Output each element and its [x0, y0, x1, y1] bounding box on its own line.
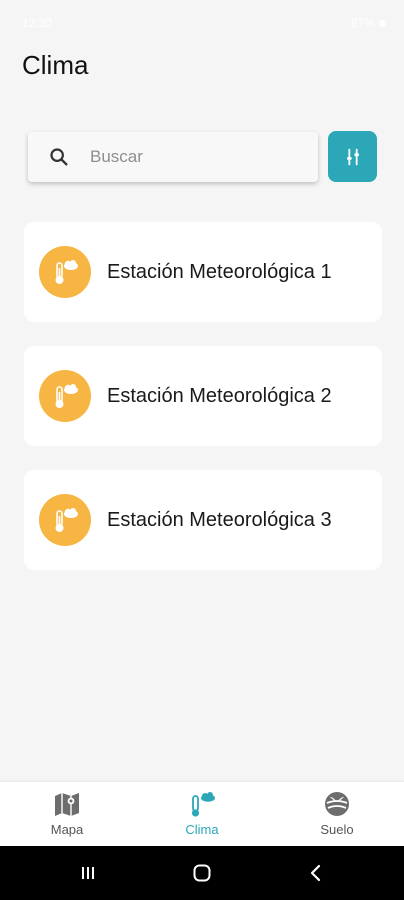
thermometer-cloud-icon [39, 246, 91, 298]
status-time: 12:30 [22, 16, 53, 30]
station-card[interactable]: Estación Meteorológica 1 [24, 222, 382, 322]
battery-level: 87% [350, 16, 375, 30]
thermometer-cloud-icon [191, 792, 215, 817]
home-button[interactable] [192, 863, 212, 883]
system-nav-bar [0, 846, 404, 900]
search-icon [50, 148, 68, 166]
station-card[interactable]: Estación Meteorológica 2 [24, 346, 382, 446]
station-label: Estación Meteorológica 3 [107, 508, 332, 531]
recent-apps-button[interactable] [78, 863, 98, 883]
thermometer-cloud-icon [39, 370, 91, 422]
map-icon [55, 793, 79, 816]
status-indicators: 87% [351, 16, 386, 30]
bottom-nav: Mapa Clima Suelo [0, 782, 404, 846]
nav-label: Clima [185, 822, 219, 837]
nav-item-mapa[interactable]: Mapa [0, 782, 134, 846]
battery-icon [379, 19, 386, 27]
station-label: Estación Meteorológica 2 [107, 384, 332, 407]
status-bar: 12:30 87% [0, 0, 404, 44]
nav-item-suelo[interactable]: Suelo [270, 782, 404, 846]
nav-label: Suelo [320, 822, 354, 837]
filter-button[interactable] [328, 131, 377, 182]
search-box[interactable] [28, 132, 318, 182]
station-label: Estación Meteorológica 1 [107, 260, 332, 283]
nav-label: Mapa [50, 822, 84, 837]
back-button[interactable] [306, 863, 326, 883]
search-input[interactable] [90, 147, 290, 167]
soil-sprout-icon [325, 792, 349, 816]
sliders-icon [346, 148, 359, 165]
page-title: Clima [22, 50, 89, 80]
station-card[interactable]: Estación Meteorológica 3 [24, 470, 382, 570]
thermometer-cloud-icon [39, 494, 91, 546]
nav-item-clima[interactable]: Clima [135, 782, 269, 846]
